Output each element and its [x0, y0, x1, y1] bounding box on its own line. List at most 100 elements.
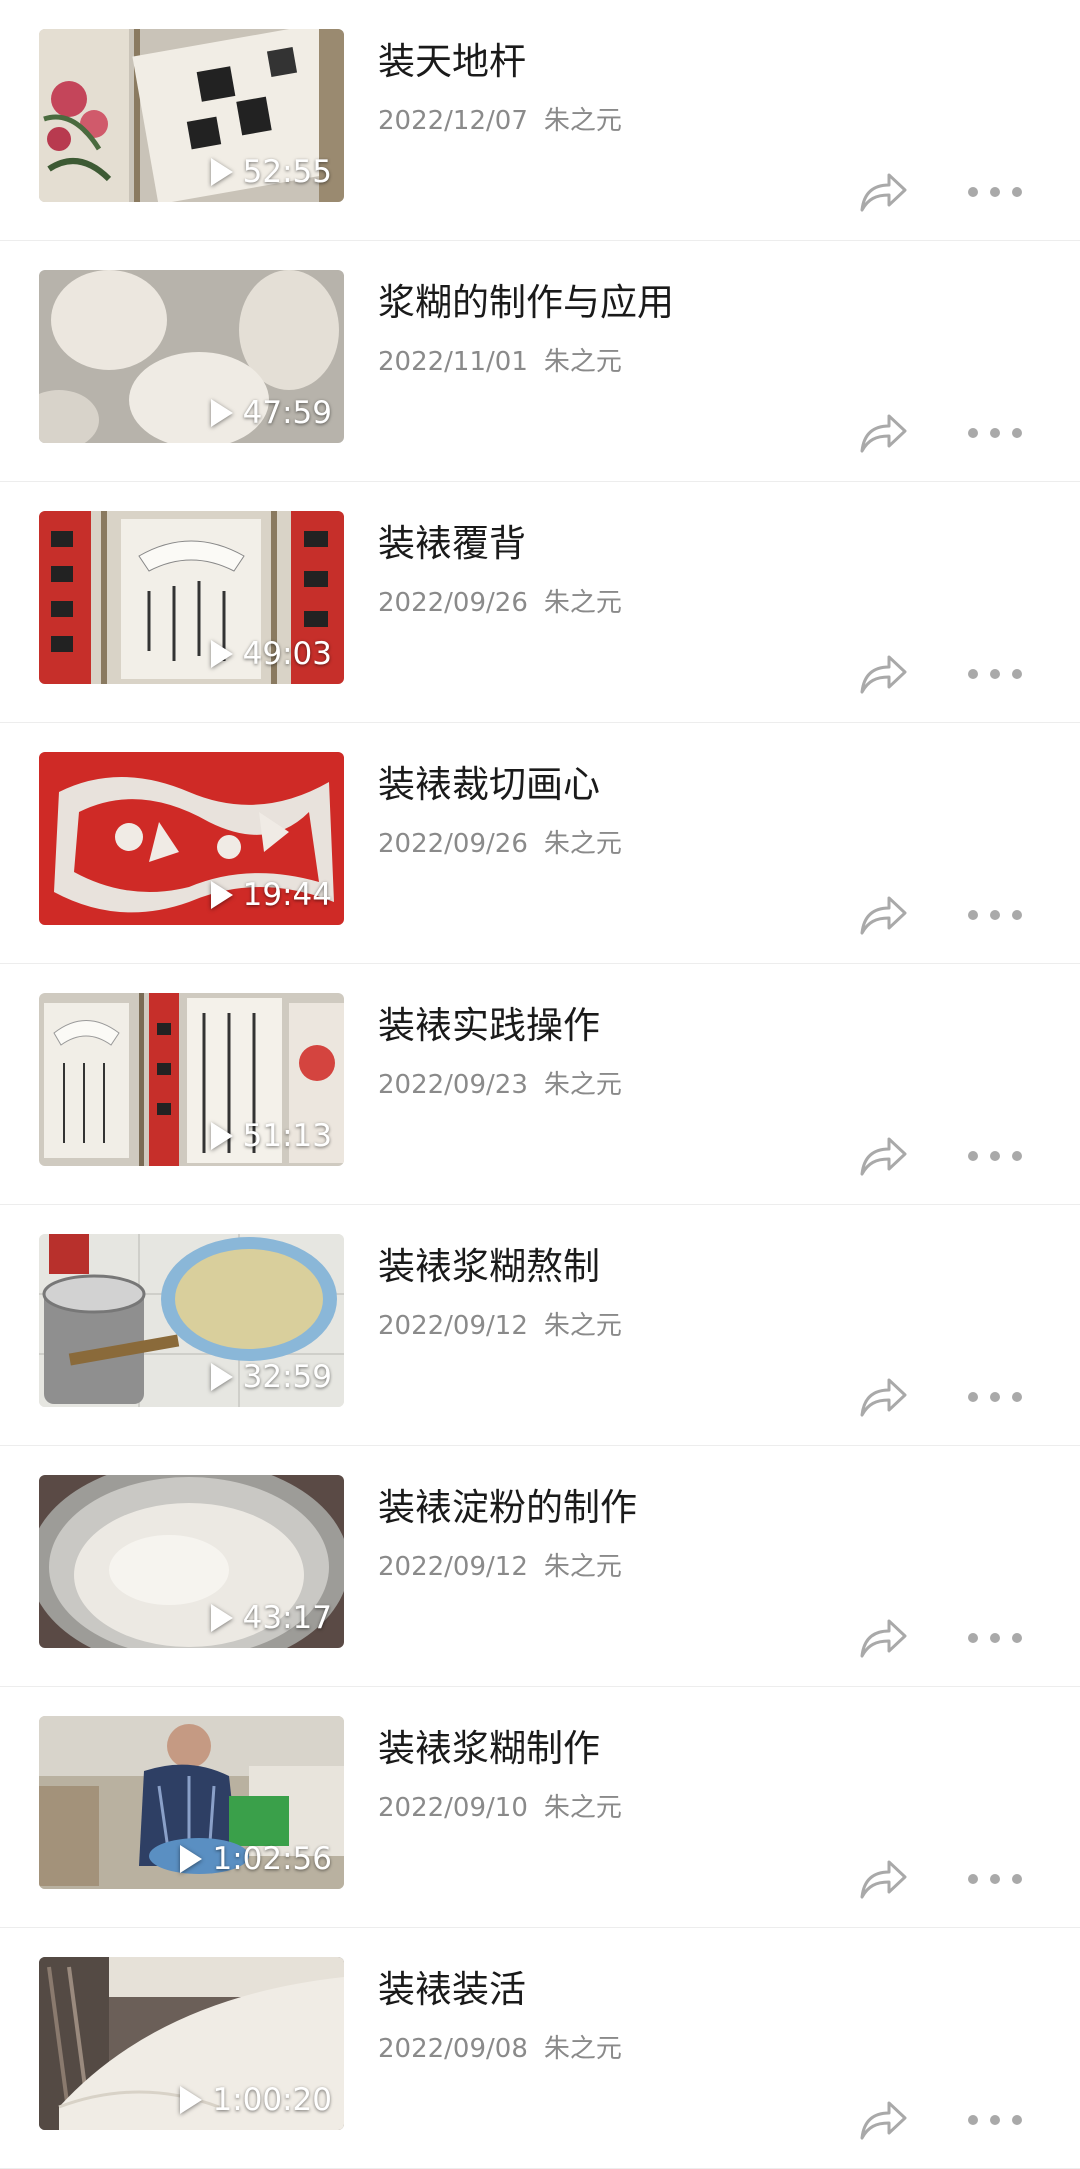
- video-author[interactable]: 朱之元: [544, 1070, 622, 1100]
- more-options-icon[interactable]: [968, 2107, 1022, 2133]
- play-icon: [210, 1363, 233, 1391]
- play-icon: [210, 399, 233, 427]
- video-date: 2022/11/01: [378, 347, 528, 377]
- video-title[interactable]: 浆糊的制作与应用: [378, 272, 674, 326]
- dot: [968, 910, 978, 920]
- dot: [1012, 1633, 1022, 1643]
- video-title[interactable]: 装天地杆: [378, 31, 526, 85]
- dot: [1012, 187, 1022, 197]
- video-duration: 19:44: [210, 877, 332, 913]
- video-author[interactable]: 朱之元: [544, 2034, 622, 2064]
- share-icon[interactable]: [856, 650, 910, 698]
- video-thumbnail[interactable]: 1:02:56: [39, 1716, 344, 1889]
- video-meta: 2022/09/26 朱之元: [378, 823, 622, 860]
- video-thumbnail[interactable]: 32:59: [39, 1234, 344, 1407]
- share-icon[interactable]: [856, 1855, 910, 1903]
- share-icon[interactable]: [856, 891, 910, 939]
- dot: [990, 1874, 1000, 1884]
- video-author[interactable]: 朱之元: [544, 1793, 622, 1823]
- video-title[interactable]: 装裱裁切画心: [378, 754, 600, 808]
- video-title[interactable]: 装裱浆糊熬制: [378, 1236, 600, 1290]
- video-author[interactable]: 朱之元: [544, 106, 622, 136]
- video-date: 2022/09/08: [378, 2034, 528, 2064]
- video-thumbnail[interactable]: 1:00:20: [39, 1957, 344, 2130]
- more-options-icon[interactable]: [968, 420, 1022, 446]
- video-date: 2022/09/26: [378, 588, 528, 618]
- dot: [1012, 1151, 1022, 1161]
- play-icon: [210, 158, 233, 186]
- more-options-icon[interactable]: [968, 1143, 1022, 1169]
- dot: [968, 669, 978, 679]
- more-options-icon[interactable]: [968, 661, 1022, 687]
- video-thumbnail[interactable]: 43:17: [39, 1475, 344, 1648]
- video-list-item[interactable]: 47:59 浆糊的制作与应用 2022/11/01 朱之元: [0, 241, 1080, 482]
- duration-label: 51:13: [242, 1118, 332, 1154]
- video-thumbnail[interactable]: 47:59: [39, 270, 344, 443]
- dot: [990, 669, 1000, 679]
- dot: [968, 1392, 978, 1402]
- dot: [1012, 1874, 1022, 1884]
- dot: [1012, 428, 1022, 438]
- play-icon: [180, 2086, 203, 2114]
- dot: [990, 187, 1000, 197]
- share-icon[interactable]: [856, 168, 910, 216]
- dot: [968, 428, 978, 438]
- more-options-icon[interactable]: [968, 179, 1022, 205]
- video-list-item[interactable]: 52:55 装天地杆 2022/12/07 朱之元: [0, 0, 1080, 241]
- video-thumbnail[interactable]: 49:03: [39, 511, 344, 684]
- video-list-item[interactable]: 51:13 装裱实践操作 2022/09/23 朱之元: [0, 964, 1080, 1205]
- share-icon[interactable]: [856, 1614, 910, 1662]
- video-author[interactable]: 朱之元: [544, 347, 622, 377]
- video-duration: 1:00:20: [180, 2082, 332, 2118]
- dot: [968, 1151, 978, 1161]
- video-list-item[interactable]: 43:17 装裱淀粉的制作 2022/09/12 朱之元: [0, 1446, 1080, 1687]
- video-duration: 52:55: [210, 154, 332, 190]
- video-list-item[interactable]: 19:44 装裱裁切画心 2022/09/26 朱之元: [0, 723, 1080, 964]
- duration-label: 19:44: [242, 877, 332, 913]
- video-title[interactable]: 装裱浆糊制作: [378, 1718, 600, 1772]
- video-list-item[interactable]: 1:02:56 装裱浆糊制作 2022/09/10 朱之元: [0, 1687, 1080, 1928]
- video-author[interactable]: 朱之元: [544, 829, 622, 859]
- share-icon[interactable]: [856, 1373, 910, 1421]
- dot: [1012, 1392, 1022, 1402]
- video-list-item[interactable]: 49:03 装裱覆背 2022/09/26 朱之元: [0, 482, 1080, 723]
- video-title[interactable]: 装裱淀粉的制作: [378, 1477, 637, 1531]
- more-options-icon[interactable]: [968, 1384, 1022, 1410]
- more-options-icon[interactable]: [968, 902, 1022, 928]
- play-icon: [210, 881, 233, 909]
- more-options-icon[interactable]: [968, 1625, 1022, 1651]
- video-thumbnail[interactable]: 51:13: [39, 993, 344, 1166]
- more-options-icon[interactable]: [968, 1866, 1022, 1892]
- duration-label: 49:03: [242, 636, 332, 672]
- duration-label: 52:55: [242, 154, 332, 190]
- dot: [990, 428, 1000, 438]
- video-list-item[interactable]: 1:00:20 装裱装活 2022/09/08 朱之元: [0, 1928, 1080, 2169]
- dot: [968, 1874, 978, 1884]
- duration-label: 1:02:56: [212, 1841, 332, 1877]
- duration-label: 1:00:20: [212, 2082, 332, 2118]
- video-thumbnail[interactable]: 19:44: [39, 752, 344, 925]
- share-icon[interactable]: [856, 2096, 910, 2144]
- video-meta: 2022/12/07 朱之元: [378, 100, 622, 137]
- share-icon[interactable]: [856, 1132, 910, 1180]
- video-date: 2022/09/26: [378, 829, 528, 859]
- video-duration: 1:02:56: [180, 1841, 332, 1877]
- video-title[interactable]: 装裱装活: [378, 1959, 526, 2013]
- video-meta: 2022/09/12 朱之元: [378, 1546, 622, 1583]
- video-title[interactable]: 装裱实践操作: [378, 995, 600, 1049]
- video-meta: 2022/09/10 朱之元: [378, 1787, 622, 1824]
- play-icon: [180, 1845, 203, 1873]
- video-title[interactable]: 装裱覆背: [378, 513, 526, 567]
- video-duration: 49:03: [210, 636, 332, 672]
- share-icon[interactable]: [856, 409, 910, 457]
- video-thumbnail[interactable]: 52:55: [39, 29, 344, 202]
- play-icon: [210, 1604, 233, 1632]
- duration-label: 32:59: [242, 1359, 332, 1395]
- video-author[interactable]: 朱之元: [544, 588, 622, 618]
- dot: [968, 187, 978, 197]
- video-author[interactable]: 朱之元: [544, 1552, 622, 1582]
- video-list-item[interactable]: 32:59 装裱浆糊熬制 2022/09/12 朱之元: [0, 1205, 1080, 1446]
- video-meta: 2022/11/01 朱之元: [378, 341, 622, 378]
- video-date: 2022/09/12: [378, 1311, 528, 1341]
- video-author[interactable]: 朱之元: [544, 1311, 622, 1341]
